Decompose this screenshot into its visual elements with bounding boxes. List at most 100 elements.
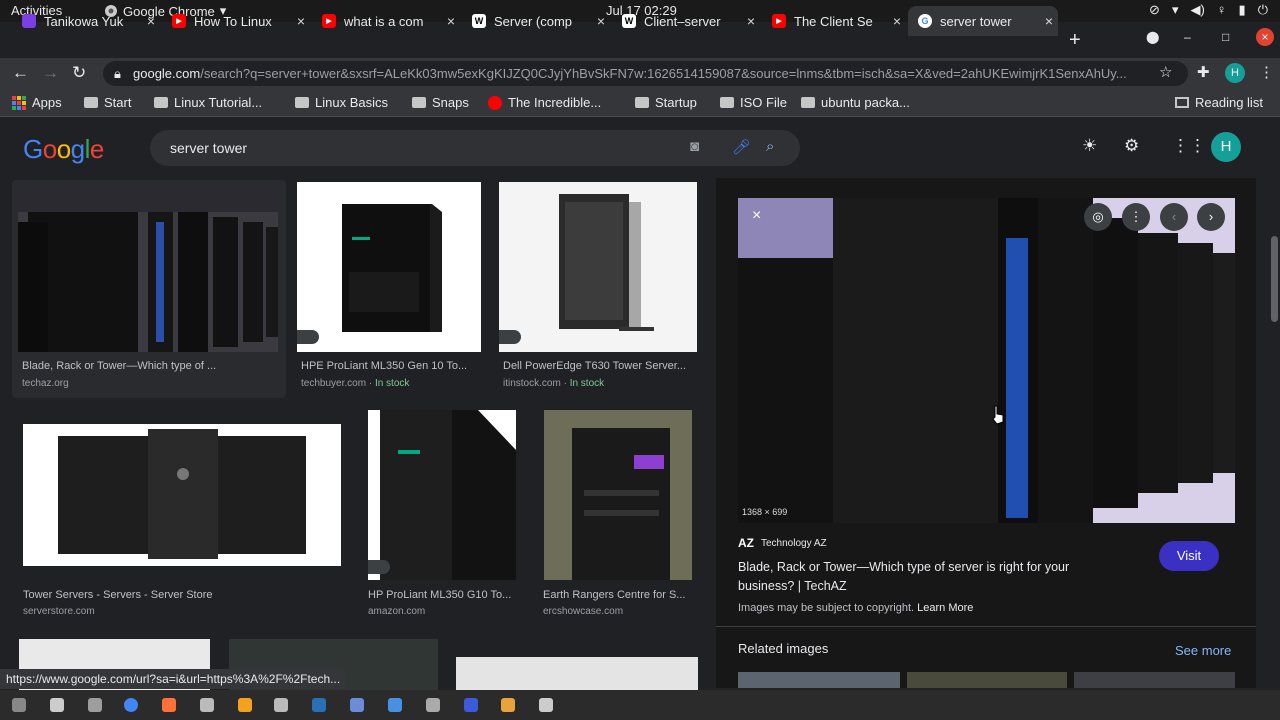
taskbar-app-icon[interactable] bbox=[312, 698, 326, 712]
volume-icon[interactable]: ◀) bbox=[1190, 2, 1204, 18]
theme-icon[interactable]: ☀ bbox=[1082, 136, 1097, 156]
bookmark-folder[interactable]: ISO File bbox=[720, 95, 787, 110]
result-thumbnail[interactable] bbox=[544, 410, 692, 580]
more-options-icon[interactable]: ⋮ bbox=[1122, 203, 1150, 231]
lock-icon[interactable]: 🔒︎ bbox=[114, 66, 121, 82]
tab-1[interactable]: Tanikowa Yuk × bbox=[12, 6, 160, 36]
taskbar-app-icon[interactable] bbox=[539, 698, 553, 712]
tab-search-icon[interactable]: ⬤ bbox=[1146, 30, 1159, 44]
apps-bookmark[interactable]: Apps bbox=[12, 95, 62, 110]
reading-list-button[interactable]: Reading list bbox=[1175, 95, 1263, 110]
account-avatar[interactable]: H bbox=[1211, 132, 1241, 162]
result-thumbnail[interactable] bbox=[368, 410, 516, 580]
result-thumbnail[interactable] bbox=[499, 182, 697, 352]
close-preview-icon[interactable]: × bbox=[752, 207, 761, 225]
close-tab-icon[interactable]: × bbox=[142, 13, 160, 29]
see-more-link[interactable]: See more bbox=[1175, 643, 1231, 658]
tab-3[interactable]: ▶ what is a com × bbox=[312, 6, 460, 36]
menu-icon[interactable]: ⋮ bbox=[1259, 63, 1274, 81]
bookmark-folder[interactable]: ubuntu packa... bbox=[801, 95, 910, 110]
profile-avatar[interactable]: H bbox=[1225, 63, 1245, 83]
power-icon[interactable]: ⏻ bbox=[1258, 2, 1268, 18]
close-tab-icon[interactable]: × bbox=[888, 13, 906, 29]
taskbar-app-icon[interactable] bbox=[350, 698, 364, 712]
taskbar-app-icon[interactable] bbox=[88, 698, 102, 712]
result-thumbnail[interactable] bbox=[456, 657, 698, 690]
search-box[interactable]: server tower ◙ 🎤︎ ⌕ bbox=[150, 130, 800, 166]
next-icon[interactable]: › bbox=[1197, 203, 1225, 231]
result-caption[interactable]: Earth Rangers Centre for S... bbox=[543, 589, 693, 601]
bookmark-link[interactable]: The Incredible... bbox=[488, 95, 601, 110]
tab-5[interactable]: W Client–server × bbox=[612, 6, 760, 36]
maximize-icon[interactable]: □ bbox=[1222, 30, 1229, 44]
bookmark-star-icon[interactable]: ☆ bbox=[1159, 63, 1172, 81]
bookmark-folder[interactable]: Snaps bbox=[412, 95, 469, 110]
settings-gear-icon[interactable]: ⚙ bbox=[1124, 136, 1139, 156]
close-tab-icon[interactable]: × bbox=[742, 13, 760, 29]
reload-icon[interactable]: ↻ bbox=[72, 63, 86, 83]
tab-title: Client–server bbox=[644, 13, 721, 29]
previous-icon[interactable]: ‹ bbox=[1160, 203, 1188, 231]
result-thumbnail[interactable] bbox=[23, 424, 341, 566]
forward-icon[interactable]: → bbox=[42, 63, 59, 83]
result-caption[interactable]: Blade, Rack or Tower—Which type of ... bbox=[22, 360, 272, 372]
taskbar-app-icon[interactable] bbox=[162, 698, 176, 712]
taskbar-app-icon[interactable] bbox=[200, 698, 214, 712]
battery-icon[interactable]: ▮ bbox=[1239, 2, 1246, 18]
visit-button[interactable]: Visit bbox=[1159, 541, 1219, 571]
page-scrollbar-thumb[interactable] bbox=[1271, 236, 1278, 322]
related-image[interactable] bbox=[907, 672, 1067, 688]
google-apps-icon[interactable]: ⋮⋮ bbox=[1172, 136, 1206, 156]
close-tab-icon[interactable]: × bbox=[292, 13, 310, 29]
site-name[interactable]: Technology AZ bbox=[761, 538, 827, 549]
mic-icon[interactable]: 🎤︎ bbox=[732, 138, 751, 156]
close-tab-icon[interactable]: × bbox=[592, 13, 610, 29]
system-tray[interactable]: ⊘ ▾ ◀) ♀ ▮ ⏻ bbox=[1149, 2, 1268, 18]
related-image[interactable] bbox=[1074, 672, 1235, 688]
learn-more-link[interactable]: Learn More bbox=[917, 602, 973, 614]
back-icon[interactable]: ← bbox=[12, 63, 29, 83]
taskbar-app-icon[interactable] bbox=[50, 698, 64, 712]
close-tab-icon[interactable]: × bbox=[442, 13, 460, 29]
tab-4[interactable]: W Server (comp × bbox=[462, 6, 610, 36]
taskbar-app-icon[interactable] bbox=[426, 698, 440, 712]
related-image[interactable] bbox=[738, 672, 900, 688]
taskbar-app-icon[interactable] bbox=[501, 698, 515, 712]
mic-icon[interactable]: ♀ bbox=[1217, 2, 1227, 18]
new-tab-button[interactable]: + bbox=[1069, 29, 1081, 52]
google-logo[interactable]: Google bbox=[23, 134, 104, 165]
result-thumbnail[interactable] bbox=[297, 182, 481, 352]
result-caption[interactable]: Dell PowerEdge T630 Tower Server... bbox=[503, 360, 695, 372]
tab-2[interactable]: ▶ How To Linux × bbox=[162, 6, 310, 36]
taskbar-app-icon[interactable] bbox=[238, 698, 252, 712]
taskbar-app-icon[interactable] bbox=[464, 698, 478, 712]
result-thumbnail[interactable] bbox=[18, 182, 278, 352]
result-caption[interactable]: Tower Servers - Servers - Server Store bbox=[23, 589, 341, 601]
taskbar-app-icon[interactable] bbox=[274, 698, 288, 712]
bookmark-folder[interactable]: Startup bbox=[635, 95, 697, 110]
minimize-icon[interactable]: – bbox=[1184, 30, 1191, 44]
address-bar[interactable]: 🔒︎ google.com/search?q=server+tower&sxsr… bbox=[103, 61, 1188, 86]
taskbar-app-icon[interactable] bbox=[124, 698, 138, 712]
search-query[interactable]: server tower bbox=[170, 140, 247, 156]
preview-title[interactable]: Blade, Rack or Tower—Which type of serve… bbox=[738, 558, 1138, 596]
close-window-icon[interactable]: × bbox=[1256, 28, 1274, 46]
lens-icon[interactable]: ◎ bbox=[1084, 203, 1112, 231]
bookmark-folder[interactable]: Start bbox=[84, 95, 131, 110]
bookmark-folder[interactable]: Linux Basics bbox=[295, 95, 388, 110]
preview-image[interactable]: 1368 × 699 bbox=[738, 198, 1235, 523]
extensions-icon[interactable]: ✚ bbox=[1197, 63, 1210, 81]
update-icon[interactable]: ⊘ bbox=[1149, 2, 1160, 18]
taskbar-app-icon[interactable] bbox=[388, 698, 402, 712]
search-icon[interactable]: ⌕ bbox=[766, 138, 774, 155]
taskbar-app-icon[interactable] bbox=[12, 698, 26, 712]
tab-7[interactable]: Gserver tower × bbox=[908, 6, 1058, 36]
close-tab-icon[interactable]: × bbox=[1040, 13, 1058, 29]
result-caption[interactable]: HP ProLiant ML350 G10 To... bbox=[368, 589, 518, 601]
result-caption[interactable]: HPE ProLiant ML350 Gen 10 To... bbox=[301, 360, 481, 372]
camera-icon[interactable]: ◙ bbox=[690, 138, 699, 155]
bookmark-folder[interactable]: Linux Tutorial... bbox=[154, 95, 262, 110]
page-scrollbar-track[interactable] bbox=[1269, 118, 1280, 690]
tab-6[interactable]: ▶ The Client Se × bbox=[762, 6, 906, 36]
wifi-icon[interactable]: ▾ bbox=[1172, 2, 1179, 18]
